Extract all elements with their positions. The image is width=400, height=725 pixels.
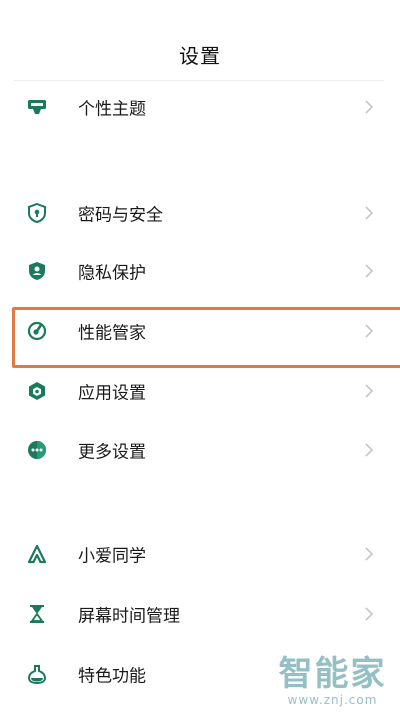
chevron-right-icon <box>365 100 374 114</box>
watermark: 智能家 www.znj.com <box>275 655 390 707</box>
chevron-right-icon <box>365 443 374 457</box>
chevron-right-icon <box>365 607 374 621</box>
xiaoai-icon <box>25 542 49 566</box>
settings-item-label: 隐私保护 <box>78 263 146 284</box>
chevron-right-icon <box>365 324 374 338</box>
settings-item-label: 屏幕时间管理 <box>78 606 180 627</box>
settings-item-more-settings[interactable]: 更多设置 <box>0 421 400 479</box>
chevron-right-icon <box>365 384 374 398</box>
chevron-right-icon <box>365 547 374 561</box>
settings-item-label: 更多设置 <box>78 442 146 463</box>
more-dots-icon <box>25 438 49 462</box>
settings-item-xiaoai[interactable]: 小爱同学 <box>0 525 400 583</box>
watermark-url: www.znj.com <box>287 693 378 707</box>
shield-lock-icon <box>25 201 49 225</box>
hourglass-icon <box>25 602 49 626</box>
settings-item-label: 个性主题 <box>78 99 146 120</box>
theme-icon <box>25 95 49 119</box>
settings-item-password-security[interactable]: 密码与安全 <box>0 184 400 242</box>
settings-item-app-settings[interactable]: 应用设置 <box>0 362 400 420</box>
watermark-logo: 智能家 <box>278 654 387 694</box>
flask-icon <box>25 662 49 686</box>
settings-item-screen-time[interactable]: 屏幕时间管理 <box>0 585 400 643</box>
performance-gauge-icon <box>25 319 49 343</box>
chevron-right-icon <box>365 206 374 220</box>
settings-item-label: 密码与安全 <box>78 205 163 226</box>
settings-item-theme[interactable]: 个性主题 <box>0 78 400 136</box>
settings-item-label: 性能管家 <box>78 323 146 344</box>
settings-item-performance[interactable]: 性能管家 <box>0 302 400 360</box>
chevron-right-icon <box>365 264 374 278</box>
settings-item-label: 特色功能 <box>78 666 146 687</box>
page-title: 设置 <box>179 44 221 68</box>
privacy-shield-icon <box>25 259 49 283</box>
hexagon-app-icon <box>25 379 49 403</box>
settings-item-label: 小爱同学 <box>78 546 146 567</box>
settings-screen: 设置 个性主题 密码与安全 隐私保护 性能管家 应用设置 更多设置 小爱同学 屏… <box>0 0 400 725</box>
settings-item-label: 应用设置 <box>78 383 146 404</box>
settings-item-privacy[interactable]: 隐私保护 <box>0 242 400 300</box>
